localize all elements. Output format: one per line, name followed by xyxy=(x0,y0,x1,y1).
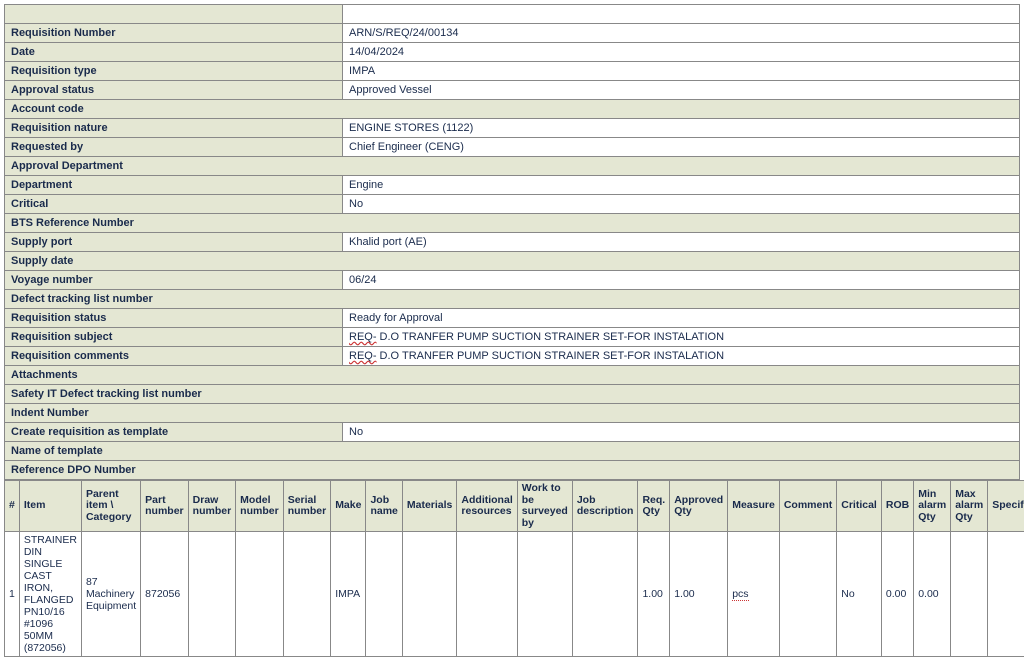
item-cell-survey xyxy=(517,532,572,657)
header-full-row: Supply date xyxy=(5,252,1020,271)
item-cell-item: STRAINER DIN SINGLE CAST IRON, FLANGED P… xyxy=(19,532,81,657)
item-col-header: Item xyxy=(19,481,81,532)
item-cell-spec xyxy=(988,532,1024,657)
item-col-header: Comment xyxy=(779,481,836,532)
item-cell-materials xyxy=(402,532,457,657)
item-col-header: Model number xyxy=(236,481,284,532)
item-cell-jobname xyxy=(366,532,402,657)
item-cell-num: 1 xyxy=(5,532,20,657)
item-cell-addres xyxy=(457,532,517,657)
header-value: No xyxy=(343,423,1020,442)
header-value: Chief Engineer (CENG) xyxy=(343,138,1020,157)
item-col-header: Critical xyxy=(837,481,882,532)
header-blank-label xyxy=(5,5,343,24)
header-full-row: Indent Number xyxy=(5,404,1020,423)
item-col-header: Parent item \ Category xyxy=(81,481,140,532)
item-cell-appqty: 1.00 xyxy=(670,532,728,657)
header-full-row: Safety IT Defect tracking list number xyxy=(5,385,1020,404)
header-label: Requisition comments xyxy=(5,347,343,366)
item-cell-parent: 87 Machinery Equipment xyxy=(81,532,140,657)
table-row: 1STRAINER DIN SINGLE CAST IRON, FLANGED … xyxy=(5,532,1024,657)
item-cell-maxalarm xyxy=(951,532,988,657)
item-cell-jobdesc xyxy=(572,532,638,657)
header-label: Approval status xyxy=(5,81,343,100)
item-cell-make: IMPA xyxy=(331,532,366,657)
item-col-header: Work to be surveyed by xyxy=(517,481,572,532)
item-cell-critical: No xyxy=(837,532,882,657)
item-col-header: Job description xyxy=(572,481,638,532)
header-value: Approved Vessel xyxy=(343,81,1020,100)
header-full-row: Defect tracking list number xyxy=(5,290,1020,309)
item-col-header: Make xyxy=(331,481,366,532)
item-col-header: Req. Qty xyxy=(638,481,670,532)
header-full-row: Reference DPO Number xyxy=(5,461,1020,480)
header-label: Supply port xyxy=(5,233,343,252)
header-value: No xyxy=(343,195,1020,214)
header-value: REQ- D.O TRANFER PUMP SUCTION STRAINER S… xyxy=(343,328,1020,347)
header-label: Create requisition as template xyxy=(5,423,343,442)
item-cell-rob: 0.00 xyxy=(881,532,913,657)
header-blank-value xyxy=(343,5,1020,24)
item-col-header: Serial number xyxy=(283,481,331,532)
item-col-header: ROB xyxy=(881,481,913,532)
item-cell-minalarm: 0.00 xyxy=(914,532,951,657)
header-value: 14/04/2024 xyxy=(343,43,1020,62)
header-full-row: Account code xyxy=(5,100,1020,119)
header-full-row: Name of template xyxy=(5,442,1020,461)
header-value: REQ- D.O TRANFER PUMP SUCTION STRAINER S… xyxy=(343,347,1020,366)
header-label: Voyage number xyxy=(5,271,343,290)
header-label: Requested by xyxy=(5,138,343,157)
header-label: Requisition Number xyxy=(5,24,343,43)
header-label: Requisition type xyxy=(5,62,343,81)
item-cell-comment xyxy=(779,532,836,657)
item-col-header: Additional resources xyxy=(457,481,517,532)
header-label: Critical xyxy=(5,195,343,214)
item-table: #ItemParent item \ CategoryPart numberDr… xyxy=(4,480,1024,657)
item-col-header: Approved Qty xyxy=(670,481,728,532)
header-full-row: Approval Department xyxy=(5,157,1020,176)
header-value: 06/24 xyxy=(343,271,1020,290)
item-col-header: Part number xyxy=(141,481,189,532)
header-full-row: Attachments xyxy=(5,366,1020,385)
header-value: Ready for Approval xyxy=(343,309,1020,328)
item-cell-draw xyxy=(188,532,236,657)
item-col-header: Max alarm Qty xyxy=(951,481,988,532)
header-label: Date xyxy=(5,43,343,62)
item-cell-model xyxy=(236,532,284,657)
item-col-header: Measure xyxy=(728,481,780,532)
header-label: Requisition subject xyxy=(5,328,343,347)
header-value: ARN/S/REQ/24/00134 xyxy=(343,24,1020,43)
item-col-header: Min alarm Qty xyxy=(914,481,951,532)
item-cell-serial xyxy=(283,532,331,657)
item-col-header: Specifications xyxy=(988,481,1024,532)
item-cell-reqqty: 1.00 xyxy=(638,532,670,657)
item-cell-part: 872056 xyxy=(141,532,189,657)
item-cell-measure: pcs xyxy=(728,532,780,657)
item-col-header: # xyxy=(5,481,20,532)
header-label: Department xyxy=(5,176,343,195)
item-col-header: Job name xyxy=(366,481,402,532)
header-full-row: BTS Reference Number xyxy=(5,214,1020,233)
header-value: Engine xyxy=(343,176,1020,195)
header-label: Requisition status xyxy=(5,309,343,328)
item-col-header: Materials xyxy=(402,481,457,532)
header-value: IMPA xyxy=(343,62,1020,81)
header-value: ENGINE STORES (1122) xyxy=(343,119,1020,138)
header-value: Khalid port (AE) xyxy=(343,233,1020,252)
header-label: Requisition nature xyxy=(5,119,343,138)
item-col-header: Draw number xyxy=(188,481,236,532)
requisition-header-table: Requisition NumberARN/S/REQ/24/00134Date… xyxy=(4,4,1020,480)
